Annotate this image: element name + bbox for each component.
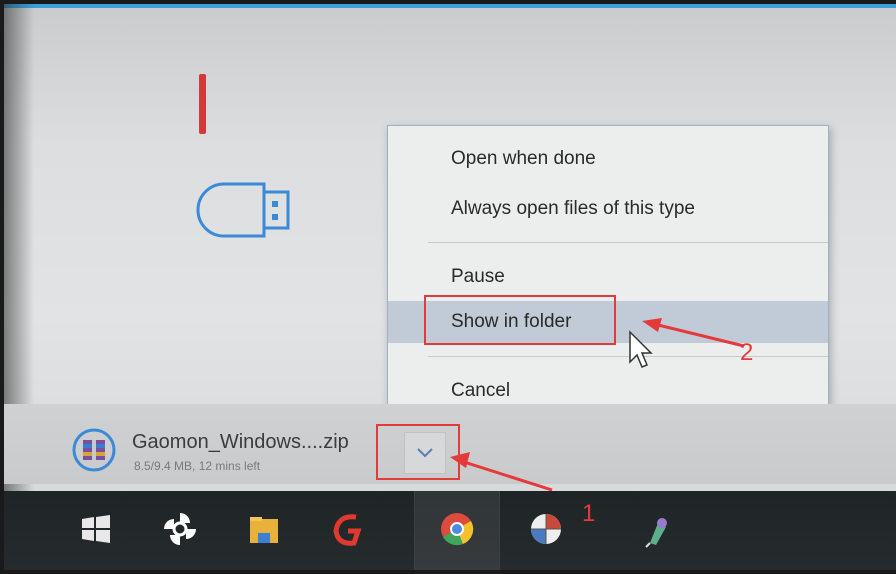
- pen-app-icon: [645, 518, 667, 548]
- menu-separator: [428, 242, 828, 243]
- menu-item-pause[interactable]: Pause: [388, 256, 828, 298]
- red-app-icon: [333, 514, 362, 546]
- taskbar-app-globe[interactable]: [504, 491, 588, 570]
- globe-app-icon: [531, 514, 561, 544]
- taskbar-app-red[interactable]: [306, 491, 390, 570]
- file-explorer-icon: [250, 517, 278, 543]
- windows-start-icon: [82, 515, 110, 543]
- download-filename[interactable]: Gaomon_Windows....zip: [132, 431, 349, 454]
- annotation-arrow-2-icon: [642, 318, 745, 348]
- taskbar-chrome[interactable]: [414, 491, 500, 570]
- pinwheel-app-icon: [164, 513, 196, 545]
- taskbar-app-pinwheel[interactable]: [138, 491, 222, 570]
- taskbar-start[interactable]: [54, 491, 138, 570]
- usb-drive-icon: [196, 182, 290, 238]
- taskbar-app-pen[interactable]: [614, 491, 698, 570]
- menu-item-always-open[interactable]: Always open files of this type: [388, 188, 828, 230]
- download-context-menu: Open when done Always open files of this…: [387, 125, 829, 423]
- annotation-label-1: 1: [582, 500, 596, 527]
- archive-file-icon: [72, 428, 116, 472]
- taskbar-file-explorer[interactable]: [222, 491, 306, 570]
- chrome-icon: [441, 513, 474, 546]
- highlight-show-in-folder: [424, 295, 616, 345]
- download-status: 8.5/9.4 MB, 12 mins left: [134, 459, 261, 473]
- drive-marker: [199, 74, 206, 134]
- screen-shadow: [4, 4, 34, 570]
- menu-item-open-when-done[interactable]: Open when done: [388, 138, 828, 180]
- window-top-edge: [4, 4, 896, 8]
- annotation-label-2: 2: [740, 339, 754, 366]
- screen: Open when done Always open files of this…: [4, 4, 896, 570]
